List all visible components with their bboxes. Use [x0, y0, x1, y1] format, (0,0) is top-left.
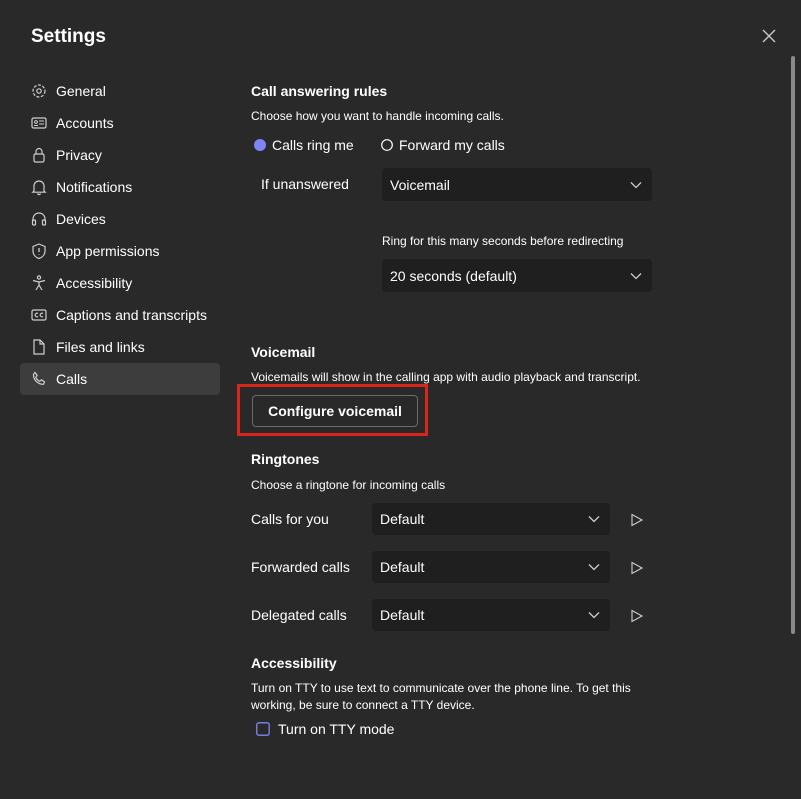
sidebar-item-label: Files and links	[56, 339, 145, 355]
chevron-down-icon	[630, 272, 642, 279]
sidebar-item-files-and-links[interactable]: Files and links	[20, 331, 220, 363]
headset-icon	[31, 212, 47, 226]
phone-icon	[32, 371, 46, 385]
dropdown-value: Voicemail	[390, 176, 450, 193]
settings-sidebar: General Accounts Privacy Notifications D…	[20, 75, 220, 395]
accessibility-heading: Accessibility	[251, 655, 337, 671]
sidebar-item-app-permissions[interactable]: App permissions	[20, 235, 220, 267]
ring-duration-label: Ring for this many seconds before redire…	[382, 234, 624, 248]
ringtones-description: Choose a ringtone for incoming calls	[251, 478, 446, 492]
dropdown-value: 20 seconds (default)	[390, 267, 517, 284]
sidebar-item-label: Notifications	[56, 179, 133, 195]
sidebar-item-label: App permissions	[56, 243, 160, 259]
sidebar-item-privacy[interactable]: Privacy	[20, 139, 220, 171]
accessibility-icon	[32, 275, 46, 291]
scrollbar[interactable]	[791, 56, 795, 634]
if-unanswered-label: If unanswered	[261, 176, 349, 192]
if-unanswered-dropdown[interactable]: Voicemail	[382, 168, 652, 201]
radio-label: Forward my calls	[399, 137, 505, 153]
tty-mode-checkbox[interactable]: Turn on TTY mode	[256, 721, 394, 737]
sidebar-item-accounts[interactable]: Accounts	[20, 107, 220, 139]
chevron-down-icon	[588, 516, 600, 523]
sidebar-item-label: Accessibility	[56, 275, 133, 291]
ringtones-heading: Ringtones	[251, 451, 320, 467]
highlight-box	[237, 384, 428, 436]
gear-icon	[32, 84, 46, 98]
ringtone-dropdown-calls-for-you[interactable]: Default	[372, 503, 610, 535]
lock-icon	[33, 147, 45, 163]
sidebar-item-label: Calls	[56, 371, 88, 387]
sidebar-item-devices[interactable]: Devices	[20, 203, 220, 235]
sidebar-item-label: Accounts	[56, 115, 114, 131]
sidebar-item-captions[interactable]: Captions and transcripts	[20, 299, 220, 331]
radio-calls-ring-me[interactable]: Calls ring me	[253, 137, 354, 153]
cc-icon	[31, 309, 47, 321]
sidebar-item-notifications[interactable]: Notifications	[20, 171, 220, 203]
play-icon[interactable]	[630, 561, 644, 575]
page-title: Settings	[31, 26, 106, 47]
voicemail-heading: Voicemail	[251, 344, 316, 360]
accessibility-description-line2: working, be sure to connect a TTY device…	[251, 698, 475, 712]
checkbox-label: Turn on TTY mode	[278, 721, 395, 737]
sidebar-item-general[interactable]: General	[20, 75, 220, 107]
file-icon	[33, 339, 45, 355]
dropdown-value: Default	[380, 559, 425, 575]
call-answering-description: Choose how you want to handle incoming c…	[251, 109, 504, 123]
ringtone-label-calls-for-you: Calls for you	[251, 511, 329, 527]
chevron-down-icon	[630, 181, 642, 188]
chevron-down-icon	[588, 612, 600, 619]
radio-label: Calls ring me	[272, 137, 354, 153]
play-icon[interactable]	[630, 513, 644, 527]
sidebar-item-label: General	[56, 83, 106, 99]
ringtone-label-forwarded-calls: Forwarded calls	[251, 559, 350, 575]
sidebar-item-label: Captions and transcripts	[56, 307, 207, 323]
dropdown-value: Default	[380, 511, 425, 527]
id-card-icon	[31, 117, 47, 129]
ringtone-dropdown-forwarded-calls[interactable]: Default	[372, 551, 610, 583]
radio-forward-my-calls[interactable]: Forward my calls	[380, 137, 505, 153]
shield-icon	[32, 243, 46, 260]
sidebar-item-calls[interactable]: Calls	[20, 363, 220, 395]
voicemail-description: Voicemails will show in the calling app …	[251, 370, 641, 384]
accessibility-description-line1: Turn on TTY to use text to communicate o…	[251, 681, 631, 695]
call-answering-heading: Call answering rules	[251, 83, 388, 99]
checkbox-icon	[256, 722, 270, 736]
ringtone-dropdown-delegated-calls[interactable]: Default	[372, 599, 610, 631]
sidebar-item-label: Devices	[56, 211, 106, 227]
ringtone-label-delegated-calls: Delegated calls	[251, 607, 347, 623]
radio-selected-icon	[254, 139, 266, 151]
sidebar-item-label: Privacy	[56, 147, 102, 163]
chevron-down-icon	[588, 564, 600, 571]
play-icon[interactable]	[630, 609, 644, 623]
ring-duration-dropdown[interactable]: 20 seconds (default)	[382, 259, 652, 292]
dropdown-value: Default	[380, 607, 425, 623]
bell-icon	[31, 180, 47, 196]
sidebar-item-accessibility[interactable]: Accessibility	[20, 267, 220, 299]
radio-unselected-icon	[381, 139, 393, 151]
